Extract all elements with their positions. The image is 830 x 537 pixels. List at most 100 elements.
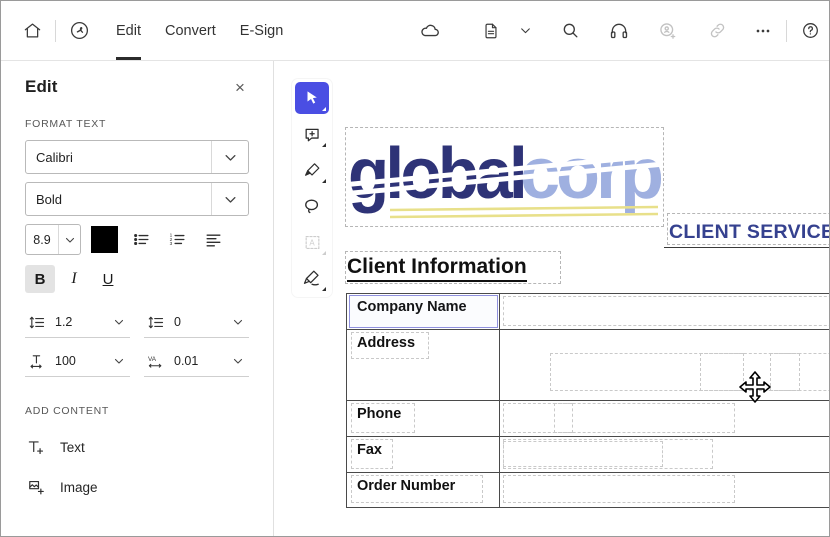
client-service-heading: CLIENT SERVICE [669,221,829,243]
label-cell-address[interactable]: Address [346,329,500,401]
underline-button[interactable]: U [93,265,123,293]
table-row[interactable]: Address [346,329,829,401]
value-cell-order-number[interactable] [499,472,829,508]
value-cell-address[interactable] [499,329,829,401]
help-icon[interactable] [793,14,827,48]
line-spacing-field[interactable]: 1.2 [25,307,130,338]
lasso-tool[interactable] [295,190,329,222]
client-information-table: Company Name Address Phone Fax Order Num… [346,293,829,508]
editable-region-outline [503,475,735,503]
table-row[interactable]: Order Number [346,472,829,508]
font-size-select[interactable]: 8.9 [25,224,81,255]
row-label: Fax [357,442,382,458]
value-cell-company-name[interactable] [499,293,829,330]
horizontal-scale-value: 100 [55,354,76,368]
client-service-underline [664,247,829,248]
chevron-down-icon[interactable] [227,355,249,367]
add-person-icon[interactable] [651,14,685,48]
document-chevron-down-icon[interactable] [508,14,542,48]
panel-header: Edit × [25,61,249,97]
bold-button[interactable]: B [25,265,55,293]
application-window: Edit Convert E-Sign Edit × FORMAT TEXT C… [0,0,830,537]
tab-edit[interactable]: Edit [104,14,153,60]
editable-region-outline [700,353,744,391]
add-image-icon [25,478,47,497]
top-toolbar: Edit Convert E-Sign [1,1,829,61]
tab-esign[interactable]: E-Sign [228,14,296,48]
toolbar-divider [55,19,56,42]
label-cell-phone[interactable]: Phone [346,400,500,437]
label-cell-fax[interactable]: Fax [346,436,500,473]
svg-text:A: A [309,238,315,247]
toolbar-divider-right [786,19,787,42]
font-family-value: Calibri [36,149,73,165]
text-field-tool: A [295,226,329,258]
text-align-icon[interactable] [200,227,226,252]
editable-region-outline [503,439,713,469]
value-cell-phone[interactable] [499,400,829,437]
globalcorp-logo[interactable]: global corp [346,128,662,226]
font-size-row: 8.9 1 2 3 [25,224,249,255]
edit-side-panel: Edit × FORMAT TEXT Calibri Bold 8.9 1 2 … [1,61,274,536]
editable-region-outline [503,296,829,326]
value-cell-fax[interactable] [499,436,829,473]
logo-artwork: global corp [346,134,662,219]
comment-tool[interactable] [295,118,329,150]
tab-convert[interactable]: Convert [153,14,228,48]
font-family-select[interactable]: Calibri [25,140,249,174]
character-spacing-value: 0.01 [174,354,199,368]
font-size-value: 8.9 [33,232,51,247]
bulleted-list-icon[interactable] [128,227,154,252]
character-spacing-icon: VA [144,353,168,370]
add-image-label: Image [60,479,98,495]
text-style-buttons: B I U [25,265,249,293]
table-row[interactable]: Phone [346,400,829,437]
section-heading: Client Information [347,255,527,282]
row-label: Address [357,335,416,351]
select-tool[interactable] [295,82,329,114]
add-text-item[interactable]: Text [25,427,249,467]
ellipsis-icon[interactable] [746,14,780,48]
search-icon[interactable] [553,14,587,48]
tab-convert-label: Convert [165,22,216,39]
close-icon[interactable]: × [231,78,249,96]
signature-tool[interactable] [295,262,329,294]
table-row[interactable]: Company Name [346,293,829,330]
paragraph-spacing-icon [144,314,168,331]
tab-esign-label: E-Sign [239,22,284,39]
chevron-down-icon[interactable] [108,316,130,328]
label-cell-company-name[interactable]: Company Name [346,293,500,330]
headphones-icon[interactable] [602,14,636,48]
highlight-tool[interactable] [295,154,329,186]
link-icon[interactable] [700,14,734,48]
tool-expand-triangle [322,251,326,255]
row-label: Phone [357,406,402,422]
table-row[interactable]: Fax [346,436,829,473]
row-label: Company Name [357,299,467,315]
chevron-down-icon[interactable] [108,355,130,367]
spacing-controls: 1.2 0 100 VA 0.01 [25,307,249,377]
svg-text:VA: VA [148,355,157,362]
home-icon[interactable] [15,14,49,48]
chevron-down-icon[interactable] [227,316,249,328]
chevron-down-icon[interactable] [211,183,248,215]
font-style-value: Bold [36,191,63,207]
acrobat-logo-icon[interactable] [62,14,96,48]
horizontal-scale-field[interactable]: 100 [25,346,130,377]
chevron-down-icon[interactable] [211,141,248,173]
editable-region-outline [503,441,663,467]
document-icon[interactable] [474,14,508,48]
font-style-select[interactable]: Bold [25,182,249,216]
pdf-page: global corp CLIENT SERVICE [342,61,829,536]
numbered-list-icon[interactable]: 1 2 3 [164,227,190,252]
text-color-swatch[interactable] [91,226,118,253]
character-spacing-field[interactable]: VA 0.01 [144,346,249,377]
chevron-down-icon[interactable] [58,225,80,254]
cloud-icon[interactable] [413,14,447,48]
label-cell-order-number[interactable]: Order Number [346,472,500,508]
svg-text:3: 3 [169,241,172,247]
line-spacing-value: 1.2 [55,315,73,329]
paragraph-spacing-field[interactable]: 0 [144,307,249,338]
italic-button[interactable]: I [59,265,89,293]
add-image-item[interactable]: Image [25,467,249,507]
